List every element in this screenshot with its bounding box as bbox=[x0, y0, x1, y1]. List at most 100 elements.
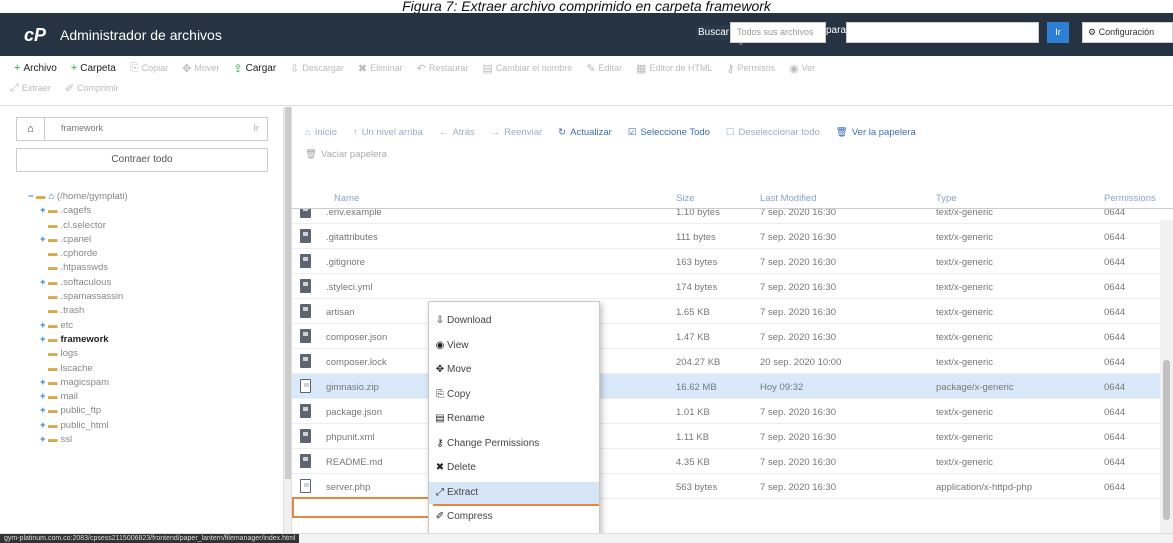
cell-size: 1.10 bytes bbox=[676, 209, 720, 218]
search-go-button[interactable]: Ir bbox=[1047, 22, 1069, 43]
settings-button[interactable]: ⚙ Configuración bbox=[1082, 22, 1173, 43]
tree-item-cpanel[interactable]: + ▬ .cpanel bbox=[28, 233, 278, 247]
nav-inicio-link[interactable]: ⌂ Inicio bbox=[305, 127, 337, 138]
table-row[interactable]: .gitignore 163 bytes 7 sep. 2020 16:30 text… bbox=[292, 249, 1173, 274]
tree-item-home-gymplati[interactable]: − ▬ ⌂ (/home/gymplati) bbox=[28, 190, 278, 204]
tree-item-public-ftp[interactable]: + ▬ public_ftp bbox=[28, 404, 278, 418]
expand-icon[interactable]: + bbox=[40, 233, 48, 247]
toolbar-extraer-button[interactable]: ⤢ Extraer bbox=[10, 82, 51, 95]
table-row[interactable]: server.php 563 bytes 7 sep. 2020 16:30 appl… bbox=[292, 474, 1173, 499]
nav-un-nivel-arriba-link[interactable]: ↑ Un nivel arriba bbox=[353, 127, 423, 138]
toolbar-comprimir-button[interactable]: ✐ Comprimir bbox=[65, 82, 119, 95]
expand-icon[interactable]: + bbox=[40, 276, 48, 290]
search-scope-select[interactable]: Todos sus archivos ⌄ bbox=[730, 22, 826, 47]
pane-splitter[interactable] bbox=[284, 107, 292, 535]
tree-item-ssl[interactable]: + ▬ ssl bbox=[28, 433, 278, 447]
search-input[interactable] bbox=[846, 22, 1039, 43]
nav-actualizar-link[interactable]: ↻ Actualizar bbox=[558, 127, 612, 138]
tree-item-framework[interactable]: + ▬ framework bbox=[28, 333, 278, 347]
context-menu-compress[interactable]: ✐ Compress bbox=[429, 506, 599, 528]
col-header-permissions[interactable]: Permissions bbox=[1104, 193, 1156, 204]
nav-deseleccionar-todo-link[interactable]: ☐ Deseleccionar todo bbox=[726, 127, 820, 138]
table-row[interactable]: .styleci.yml 174 bytes 7 sep. 2020 16:30 te… bbox=[292, 274, 1173, 299]
expand-icon[interactable]: + bbox=[40, 319, 48, 333]
table-row[interactable]: phpunit.xml 1.11 KB 7 sep. 2020 16:30 text/… bbox=[292, 424, 1173, 449]
tree-item-public-html[interactable]: + ▬ public_html bbox=[28, 419, 278, 433]
toolbar-descargar-button[interactable]: ⇩ Descargar bbox=[290, 62, 344, 75]
table-row[interactable]: .gitattributes 111 bytes 7 sep. 2020 16:30… bbox=[292, 224, 1173, 249]
tree-item-htpasswds[interactable]: ▬ .htpasswds bbox=[28, 261, 278, 275]
toolbar-ver-button[interactable]: ◉ Ver bbox=[789, 62, 815, 75]
col-header-name[interactable]: Name bbox=[334, 193, 359, 204]
col-header-modified[interactable]: Last Modified bbox=[760, 193, 817, 204]
context-menu-view[interactable]: ◉ View bbox=[429, 335, 599, 357]
nav-atr-s-link[interactable]: ← Atrás bbox=[439, 127, 475, 138]
toolbar-editor-de-html-button[interactable]: ▦ Editor de HTML bbox=[636, 62, 712, 75]
collapse-all-button[interactable]: Contraer todo bbox=[16, 148, 268, 172]
expand-icon[interactable]: + bbox=[40, 333, 48, 347]
toolbar-mover-button[interactable]: ✥ Mover bbox=[182, 62, 219, 75]
page-scrollbar[interactable] bbox=[1160, 220, 1173, 533]
tree-item-etc[interactable]: + ▬ etc bbox=[28, 319, 278, 333]
table-row[interactable]: artisan 1.65 KB 7 sep. 2020 16:30 text/x-ge… bbox=[292, 299, 1173, 324]
expand-icon[interactable]: + bbox=[40, 390, 48, 404]
context-menu-move[interactable]: ✥ Move bbox=[429, 359, 599, 381]
sidebar-scrollbar[interactable] bbox=[285, 107, 291, 479]
page-scrollbar-thumb[interactable] bbox=[1163, 360, 1170, 520]
context-menu-download[interactable]: ⇩ Download bbox=[429, 310, 599, 332]
expand-icon[interactable]: + bbox=[40, 404, 48, 418]
table-row[interactable]: composer.json 1.47 KB 7 sep. 2020 16:30 tex… bbox=[292, 324, 1173, 349]
tree-item-mail[interactable]: + ▬ mail bbox=[28, 390, 278, 404]
tree-item-softaculous[interactable]: + ▬ .softaculous bbox=[28, 276, 278, 290]
toolbar-permisos-button[interactable]: ⚷ Permisos bbox=[726, 62, 775, 75]
expand-icon[interactable]: + bbox=[40, 419, 48, 433]
context-menu-copy[interactable]: ⎘ Copy bbox=[429, 384, 599, 406]
toolbar-mover-icon: ✥ bbox=[182, 62, 192, 75]
context-menu-change-permissions[interactable]: ⚷ Change Permissions bbox=[429, 433, 599, 455]
context-menu: ⇩ Download ◉ View ✥ Move ⎘ Copy ▤ Rename ⚷ Change P… bbox=[428, 301, 600, 537]
tree-item-spamassassin[interactable]: ▬ .spamassassin bbox=[28, 290, 278, 304]
nav-reenviar-link[interactable]: → Reenviar bbox=[491, 127, 543, 138]
col-header-type[interactable]: Type bbox=[936, 193, 957, 204]
path-go-button[interactable]: Ir bbox=[254, 123, 260, 133]
toolbar-restaurar-button[interactable]: ↶ Restaurar bbox=[417, 62, 469, 75]
nav-ver-la-papelera-link[interactable]: 🗑 Ver la papelera bbox=[836, 127, 916, 138]
table-row[interactable]: README.md 4.35 KB 7 sep. 2020 16:30 text/x-… bbox=[292, 449, 1173, 474]
toolbar-eliminar-button[interactable]: ✖ Eliminar bbox=[358, 62, 403, 75]
toolbar-carpeta-button[interactable]: + Carpeta bbox=[71, 62, 116, 74]
nav-seleccione-todo-link[interactable]: ☑ Seleccione Todo bbox=[628, 127, 710, 138]
expand-icon[interactable]: + bbox=[40, 376, 48, 390]
gear-icon: ⚙ bbox=[1088, 27, 1097, 37]
tree-item-trash[interactable]: ▬ .trash bbox=[28, 304, 278, 318]
home-icon[interactable]: ⌂ bbox=[17, 118, 45, 140]
table-row[interactable]: gimnasio.zip 16.62 MB Hoy 09:32 package/x-g… bbox=[292, 374, 1173, 399]
collapse-icon[interactable]: − bbox=[28, 190, 36, 204]
cell-perms: 0644 bbox=[1104, 407, 1126, 418]
tree-item-label: .softaculous bbox=[60, 276, 112, 288]
tree-item-magicspam[interactable]: + ▬ magicspam bbox=[28, 376, 278, 390]
context-menu-rename[interactable]: ▤ Rename bbox=[429, 408, 599, 430]
col-header-size[interactable]: Size bbox=[676, 193, 694, 204]
tree-item-cl-selector[interactable]: ▬ .cl.selector bbox=[28, 219, 278, 233]
tree-item-cphorde[interactable]: ▬ .cphorde bbox=[28, 247, 278, 261]
tree-item-lscache[interactable]: ▬ lscache bbox=[28, 362, 278, 376]
toolbar-copiar-button[interactable]: ⎘ Copiar bbox=[130, 62, 168, 75]
toolbar-editar-button[interactable]: ✎ Editar bbox=[586, 62, 622, 75]
toolbar-cambiar-el-nombre-button[interactable]: ▤ Cambiar el nombre bbox=[482, 62, 572, 75]
context-menu-extract[interactable]: ⤢ Extract bbox=[429, 481, 599, 504]
tree-item-logs[interactable]: ▬ logs bbox=[28, 347, 278, 361]
cell-type: text/x-generic bbox=[936, 407, 994, 418]
cpanel-logo[interactable]: cP bbox=[24, 25, 46, 46]
toolbar-archivo-button[interactable]: + Archivo bbox=[14, 62, 57, 74]
path-input[interactable]: framework bbox=[61, 123, 103, 133]
compress-icon: ✐ bbox=[435, 511, 445, 522]
table-row[interactable]: .env.example 1.10 bytes 7 sep. 2020 16:30 t… bbox=[292, 209, 1173, 224]
table-row[interactable]: package.json 1.01 KB 7 sep. 2020 16:30 text… bbox=[292, 399, 1173, 424]
toolbar-cargar-button[interactable]: ⇪ Cargar bbox=[233, 62, 276, 75]
context-menu-delete[interactable]: ✖ Delete bbox=[429, 457, 599, 479]
nav-vaciar-papelera-link[interactable]: 🗑 Vaciar papelera bbox=[305, 149, 387, 160]
expand-icon[interactable]: + bbox=[40, 204, 48, 218]
tree-item-cagefs[interactable]: + ▬ .cagefs bbox=[28, 204, 278, 218]
expand-icon[interactable]: + bbox=[40, 433, 48, 447]
table-row[interactable]: composer.lock 204.27 KB 20 sep. 2020 10:00… bbox=[292, 349, 1173, 374]
